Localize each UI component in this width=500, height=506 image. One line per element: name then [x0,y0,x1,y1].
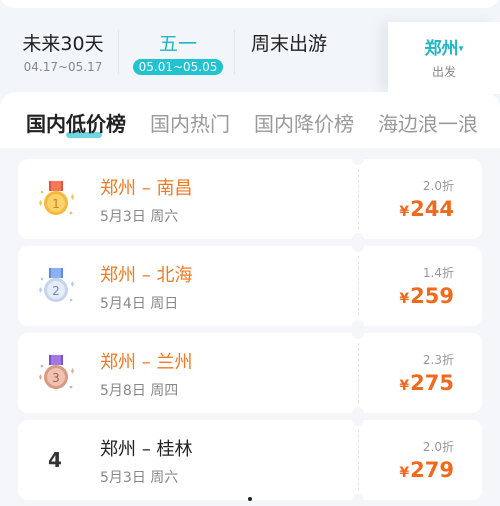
ranking-card[interactable]: 3 郑州 – 兰州 5月8日 周四 2.3折 ¥275 [18,327,482,419]
discount-label: 2.0折 [422,440,454,454]
price-label: ¥259 [399,284,454,308]
ranking-card[interactable]: 2 郑州 – 北海 5月4日 周日 1.4折 ¥259 [18,240,482,332]
svg-text:3: 3 [52,371,60,385]
ranking-card[interactable]: 4 郑州 – 桂林 5月3日 周六 2.0折 ¥279 [18,414,482,506]
price-label: ¥244 [399,197,454,221]
scroll-indicator-dot [248,497,252,501]
tab-seaside[interactable]: 海边浪一浪 [378,108,478,137]
tab-domestic-hot[interactable]: 国内热门 [150,108,230,137]
date-filter-title: 五一 [158,33,197,55]
discount-label: 2.0折 [422,179,454,193]
departure-label: 出发 [431,65,456,79]
departure-city-selector[interactable]: 郑州▾ 出发 [388,22,500,94]
flight-date: 5月4日 周日 [100,296,179,312]
date-filter-title: 周末出游 [250,33,327,55]
tab-domestic-low-price[interactable]: 国内低价榜 [26,108,126,138]
date-filter-weekend-trip[interactable]: 周末出游 [244,32,334,56]
discount-label: 2.3折 [422,353,454,367]
date-filter-bar: 未来30天 04.17~05.17 五一 05.01~05.05 周末出游 郑州… [0,22,500,94]
silver-medal-icon: 2 [39,268,74,302]
flight-date: 5月3日 周六 [100,209,179,225]
departure-city: 郑州 [424,39,459,59]
previous-card-edge [0,0,500,8]
flight-date: 5月8日 周四 [100,383,179,399]
svg-text:1: 1 [52,197,60,211]
ranking-tabs-bar: 国内低价榜 国内热门 国内降价榜 海边浪一浪 [0,92,500,148]
route-label: 郑州 – 南昌 [100,178,193,199]
rank-number: 4 [48,448,62,472]
discount-label: 1.4折 [422,266,454,280]
gold-medal-icon: 1 [39,181,74,215]
route-label: 郑州 – 北海 [100,265,193,286]
date-filter-range: 04.17~05.17 [23,60,103,74]
divider [234,30,235,74]
tab-domestic-price-drop[interactable]: 国内降价榜 [254,108,354,137]
price-label: ¥279 [399,458,454,482]
date-filter-range-badge: 05.01~05.05 [132,59,224,75]
price-label: ¥275 [399,371,454,395]
chevron-down-icon: ▾ [458,43,464,55]
flight-date: 5月3日 周六 [100,470,179,486]
route-label: 郑州 – 桂林 [100,439,193,460]
date-filter-title: 未来30天 [22,33,104,55]
date-filter-may-day[interactable]: 五一 05.01~05.05 [130,32,226,75]
date-filter-next-30-days[interactable]: 未来30天 04.17~05.17 [18,32,108,74]
ranking-card[interactable]: 1 郑州 – 南昌 5月3日 周六 2.0折 ¥244 [18,153,482,245]
divider [118,30,119,74]
bronze-medal-icon: 3 [39,355,74,389]
route-label: 郑州 – 兰州 [100,352,193,373]
svg-text:2: 2 [52,284,60,298]
